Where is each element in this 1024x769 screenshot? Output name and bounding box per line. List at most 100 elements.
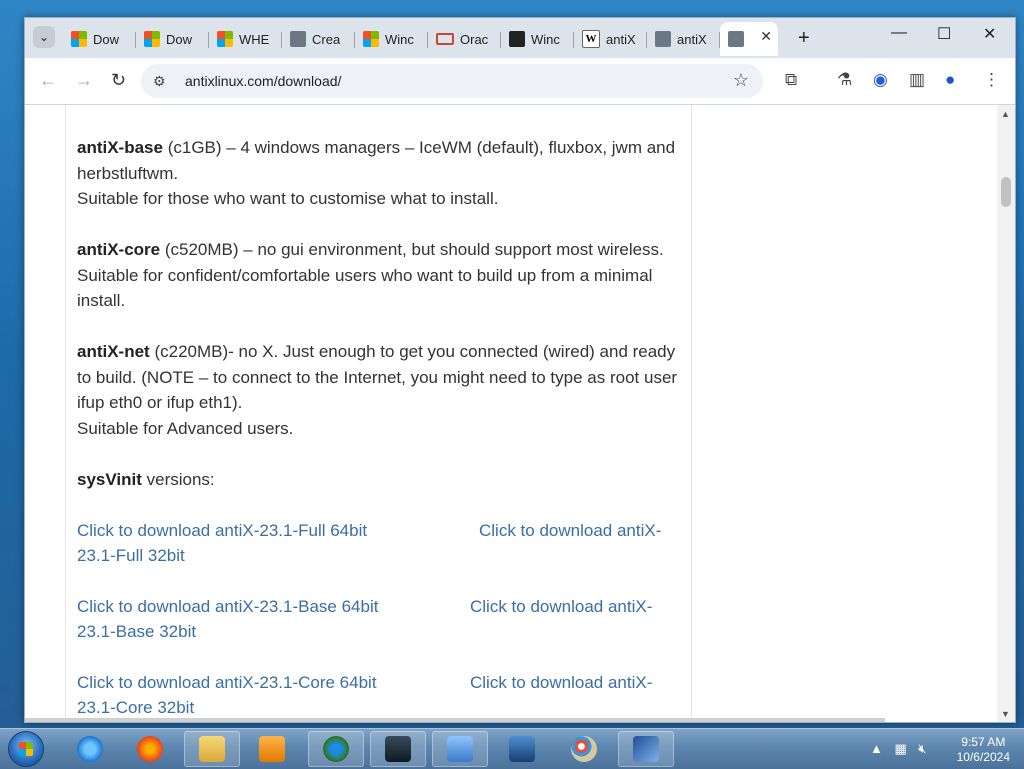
remote-desktop-icon [447, 736, 473, 762]
virtualbox-logo-icon [509, 31, 525, 47]
section-suffix: versions: [141, 469, 215, 489]
download-32bit-link[interactable]: Click to download antiX- [470, 670, 652, 696]
download-64bit-link[interactable]: Click to download antiX-23.1-Full 64bit [77, 518, 367, 544]
wikipedia-logo-icon: W [582, 30, 600, 48]
media-player-icon [259, 736, 285, 762]
edition-details: (c220MB)- no X. Just enough to get you c… [77, 342, 678, 412]
url-input[interactable] [183, 72, 707, 90]
tab-label: antiX [677, 31, 707, 47]
oracle-logo-icon [436, 33, 454, 45]
paint-palette-icon [571, 736, 597, 762]
tab[interactable]: WHE [209, 24, 282, 54]
tab-strip: ⌄ Dow Dow WHE Crea Winc Orac Winc WantiX… [25, 18, 1015, 58]
side-panel-icon[interactable]: ▥ [909, 70, 925, 90]
clock-time: 9:57 AM [961, 735, 1006, 749]
section-heading: sysVinit versions: [77, 467, 683, 493]
edition-details: (c520MB) – no gui environment, but shoul… [160, 240, 664, 259]
tab[interactable]: Winc [355, 24, 428, 54]
close-tab-icon[interactable]: ✕ [760, 28, 772, 45]
globe-icon [655, 31, 671, 47]
tab[interactable]: Winc [501, 24, 574, 54]
tab[interactable]: WantiX [574, 24, 647, 54]
download-content: antiX-base (c1GB) – 4 windows managers –… [65, 105, 692, 722]
download-32bit-link[interactable]: Click to download antiX- [470, 594, 652, 620]
download-64bit-link[interactable]: Click to download antiX-23.1-Base 64bit [77, 594, 378, 620]
sync-icon[interactable]: ◉ [873, 70, 888, 90]
tab[interactable]: antiX [647, 24, 720, 54]
edition-suitability: Suitable for Advanced users. [77, 418, 294, 438]
taskbar-app-internet-explorer[interactable] [62, 731, 118, 767]
vertical-scrollbar[interactable]: ▲ ▼ [997, 105, 1015, 722]
scroll-down-arrow-icon[interactable]: ▼ [1001, 709, 1010, 719]
address-bar[interactable]: ⚙ ☆ [141, 64, 763, 98]
download-32bit-link-continued[interactable]: 23.1-Base 32bit [77, 619, 196, 645]
forward-arrow-icon[interactable]: → [75, 70, 93, 91]
browser-window: ⌄ Dow Dow WHE Crea Winc Orac Winc WantiX… [24, 17, 1016, 723]
back-arrow-icon[interactable]: ← [39, 70, 57, 91]
start-button[interactable] [8, 731, 44, 767]
windows-logo-icon [71, 31, 87, 47]
internet-explorer-icon [77, 736, 103, 762]
tab-search-button[interactable]: ⌄ [33, 26, 55, 48]
windows-logo-icon [363, 31, 379, 47]
download-row: Click to download antiX-23.1-Core 64bit … [77, 670, 683, 721]
labs-flask-icon[interactable]: ⚗ [837, 70, 852, 90]
network-icon[interactable]: ▦ [895, 741, 907, 756]
download-32bit-link[interactable]: Click to download antiX- [479, 518, 661, 544]
terminal-icon [385, 736, 411, 762]
taskbar-app-media-player[interactable] [244, 731, 300, 767]
scroll-up-arrow-icon[interactable]: ▲ [1001, 109, 1010, 119]
xp-mode-icon [633, 736, 659, 762]
windows-logo-icon [217, 31, 233, 47]
taskbar-app-terminal[interactable] [370, 731, 426, 767]
tab-label: WHE [239, 31, 270, 47]
edition-name: antiX-base [77, 138, 163, 157]
scrollbar-thumb[interactable] [1001, 177, 1011, 207]
reload-icon[interactable]: ↻ [111, 70, 126, 91]
taskbar-app-file-explorer[interactable] [184, 731, 240, 767]
folder-icon [199, 736, 225, 762]
download-row: Click to download antiX-23.1-Base 64bit … [77, 594, 683, 645]
windows-logo-icon [144, 31, 160, 47]
minimize-button[interactable]: — [891, 24, 907, 42]
new-tab-button[interactable]: + [798, 27, 810, 50]
edition-name: antiX-core [77, 240, 161, 259]
volume-muted-icon[interactable]: 🔇︎ [918, 741, 926, 756]
clock-date: 10/6/2024 [956, 750, 1010, 764]
maximize-button[interactable]: ☐ [937, 24, 951, 44]
download-32bit-link-continued[interactable]: 23.1-Core 32bit [77, 695, 194, 721]
site-info-icon[interactable]: ⚙ [153, 73, 171, 90]
browser-toolbar: ← → ↻ ⚙ ☆ ⧉ ⚗ ◉ ▥ ● ⋮ [25, 58, 1015, 105]
taskbar-app-paint[interactable] [556, 731, 612, 767]
tab[interactable]: Orac [428, 24, 501, 54]
taskbar-app-xp-mode[interactable] [618, 731, 674, 767]
taskbar-app-remote-desktop[interactable] [432, 731, 488, 767]
edition-description: antiX-net (c220MB)- no X. Just enough to… [77, 339, 683, 441]
taskbar-app-firefox[interactable] [122, 731, 178, 767]
globe-icon [290, 31, 306, 47]
download-64bit-link[interactable]: Click to download antiX-23.1-Core 64bit [77, 670, 377, 696]
clock[interactable]: 9:57 AM 10/6/2024 [957, 735, 1010, 765]
edition-description: antiX-core (c520MB) – no gui environment… [77, 237, 683, 314]
edition-details: (c1GB) – 4 windows managers – IceWM (def… [77, 138, 676, 183]
horizontal-scrollbar[interactable] [25, 718, 885, 722]
extensions-icon[interactable]: ⧉ [785, 70, 797, 90]
tab-label: Winc [531, 31, 560, 47]
close-window-button[interactable]: ✕ [983, 24, 996, 44]
tab[interactable]: Dow [63, 24, 136, 54]
tab-active[interactable]: ✕ [720, 22, 778, 56]
taskbar-app-chrome[interactable] [308, 731, 364, 767]
tabs: Dow Dow WHE Crea Winc Orac Winc WantiX a… [63, 22, 778, 58]
profile-avatar-icon[interactable]: ● [945, 70, 955, 90]
globe-icon [728, 31, 744, 47]
bookmark-star-icon[interactable]: ☆ [733, 70, 749, 91]
download-32bit-link-continued[interactable]: 23.1-Full 32bit [77, 543, 185, 569]
tab[interactable]: Crea [282, 24, 355, 54]
menu-kebab-icon[interactable]: ⋮ [983, 70, 1000, 90]
show-hidden-icons-arrow-icon[interactable]: ▲ [870, 741, 883, 756]
tab[interactable]: Dow [136, 24, 209, 54]
tab-label: Orac [460, 31, 489, 47]
taskbar-app-virtualbox[interactable] [494, 731, 550, 767]
taskbar: ▲ ▦ 🔇︎ 9:57 AM 10/6/2024 [0, 728, 1024, 769]
edition-description: antiX-base (c1GB) – 4 windows managers –… [77, 135, 683, 212]
